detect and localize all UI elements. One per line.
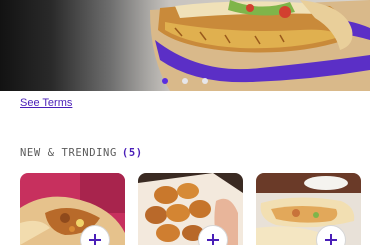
product-card-3[interactable] — [256, 173, 361, 245]
nuggets-image — [138, 173, 243, 245]
product-card-1[interactable] — [20, 173, 125, 245]
carousel-indicator — [0, 78, 370, 86]
carousel-dot-2[interactable] — [182, 78, 188, 84]
section-item-count: (5) — [121, 147, 143, 159]
section-title: NEW & TRENDING (5) — [20, 147, 143, 159]
carousel-dot-3[interactable] — [202, 78, 208, 84]
wrap-image — [256, 173, 361, 245]
see-terms-link[interactable]: See Terms — [20, 97, 72, 109]
hero-carousel[interactable] — [0, 0, 370, 91]
burrito-image — [20, 173, 125, 245]
product-card-2[interactable] — [138, 173, 243, 245]
carousel-dot-1[interactable] — [162, 78, 168, 84]
section-title-label: NEW & TRENDING — [20, 147, 117, 159]
